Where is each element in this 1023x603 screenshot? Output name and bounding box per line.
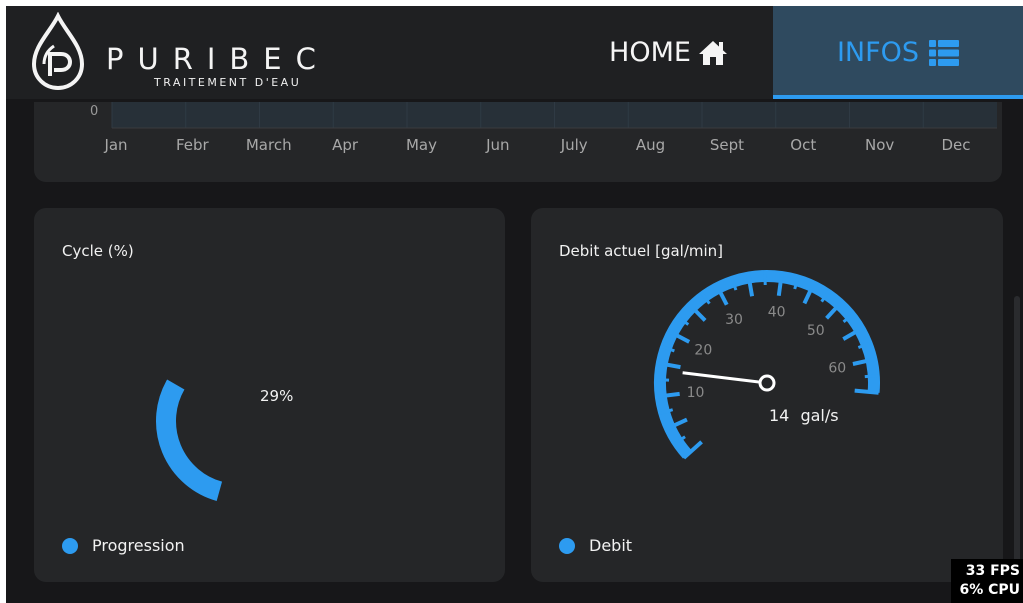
gauge-needle	[682, 371, 768, 385]
gauge-hub	[758, 374, 776, 392]
gauge-scale-label: 20	[694, 342, 712, 358]
month-label: Nov	[865, 136, 894, 154]
gauge-readout: 14 gal/s	[769, 406, 839, 425]
water-drop-logo-icon	[31, 11, 85, 91]
month-label: Jun	[485, 136, 509, 154]
debit-card: Debit actuel [gal/min] 10 20 30 40 50 60 14 g…	[531, 208, 1003, 582]
list-icon	[929, 39, 960, 66]
top-header: PURIBEC TRAITEMENT D'EAU HOME INFOS	[6, 6, 1023, 99]
brand-logo[interactable]: PURIBEC TRAITEMENT D'EAU	[28, 11, 330, 94]
gauge-tick	[864, 374, 879, 379]
month-label: Apr	[332, 136, 359, 154]
gauge-value: 14	[769, 406, 790, 425]
brand-subtitle: TRAITEMENT D'EAU	[154, 76, 302, 89]
month-label: Sept	[710, 136, 744, 154]
monthly-chart: 0 Jan Febr March Apr May Jun July Aug Sept Oct Nov…	[90, 102, 997, 154]
brand-name: PURIBEC	[106, 42, 330, 76]
gauge-unit: gal/s	[800, 406, 839, 425]
cycle-percent-label: 29%	[260, 387, 294, 405]
app-screen: PURIBEC TRAITEMENT D'EAU HOME INFOS 0 Ja…	[6, 6, 1023, 603]
legend-label: Debit	[589, 536, 633, 555]
y-tick-label: 0	[90, 104, 98, 119]
home-icon	[698, 40, 727, 65]
month-label: Febr	[176, 136, 210, 154]
nav-tab-infos-label: INFOS	[836, 37, 920, 68]
cpu-counter: 6% CPU	[959, 582, 1020, 598]
nav-tab-infos[interactable]: INFOS	[773, 6, 1023, 99]
month-label: Dec	[941, 136, 970, 154]
gauge-scale-label: 10	[687, 385, 705, 401]
legend-dot	[62, 537, 78, 554]
cycle-card: Cycle (%) 29% Progression	[34, 208, 505, 582]
progress-arc	[156, 379, 223, 501]
gauge-scale-label: 30	[725, 312, 743, 328]
active-tab-indicator	[773, 95, 1023, 99]
month-label: July	[560, 136, 588, 154]
window-frame: PURIBEC TRAITEMENT D'EAU HOME INFOS 0 Ja…	[0, 0, 1023, 603]
cycle-legend[interactable]: Progression	[62, 536, 185, 555]
month-label: Aug	[636, 136, 665, 154]
monthly-chart-card: 0 Jan Febr March Apr May Jun July Aug Sept Oct Nov…	[34, 102, 1002, 182]
month-label: May	[406, 136, 437, 154]
legend-dot	[559, 537, 575, 554]
month-label: Oct	[790, 136, 816, 154]
gauge-scale-label: 60	[828, 360, 846, 376]
page-scrollbar[interactable]	[1014, 296, 1020, 596]
legend-label: Progression	[92, 536, 185, 555]
nav-tab-home[interactable]: HOME	[566, 6, 772, 99]
month-label: Jan	[103, 136, 127, 154]
nav-tab-home-label: HOME	[609, 37, 691, 68]
gauge-scale-label: 40	[768, 305, 786, 321]
gauge-tick	[854, 388, 879, 395]
month-label: March	[246, 136, 292, 154]
debit-legend[interactable]: Debit	[559, 536, 632, 555]
flow-gauge: 10 20 30 40 50 60	[654, 270, 880, 460]
fps-counter: 33 FPS	[965, 563, 1020, 579]
performance-overlay: 33 FPS 6% CPU	[951, 559, 1023, 603]
gauge-scale-label: 50	[807, 323, 825, 339]
